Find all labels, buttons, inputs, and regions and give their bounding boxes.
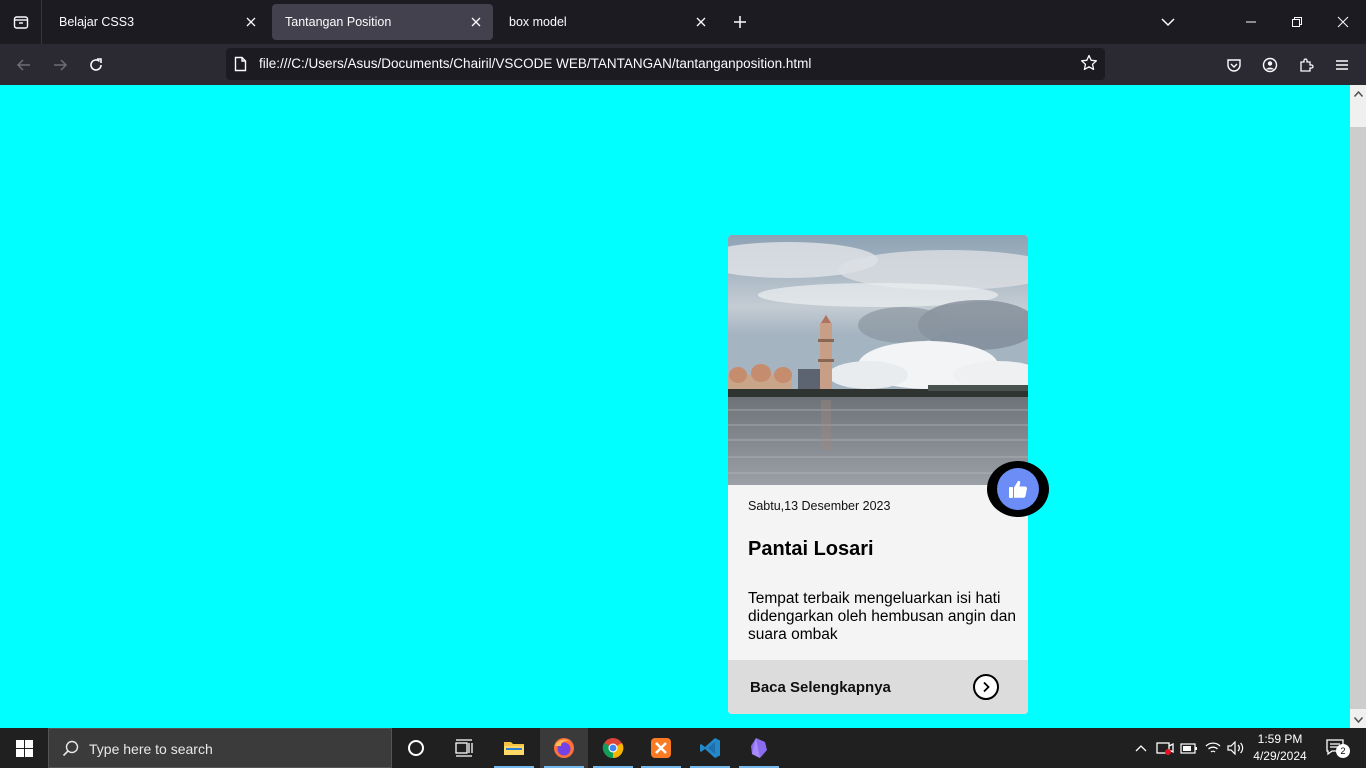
bookmark-star-icon[interactable] xyxy=(1080,54,1098,76)
losari-beach-photo xyxy=(728,235,1028,485)
pocket-icon xyxy=(1227,59,1241,72)
xampp-button[interactable] xyxy=(637,728,685,768)
new-tab-button[interactable] xyxy=(728,10,752,34)
battery-icon[interactable] xyxy=(1179,738,1199,758)
taskbar-clock[interactable]: 1:59 PM 4/29/2024 xyxy=(1246,731,1314,765)
firefox-button[interactable] xyxy=(540,728,588,768)
hamburger-menu-icon xyxy=(1336,60,1348,70)
reload-button[interactable] xyxy=(81,50,111,80)
like-button[interactable] xyxy=(987,461,1049,517)
search-icon xyxy=(62,740,79,761)
obsidian-icon xyxy=(751,738,767,758)
folder-icon xyxy=(504,742,524,755)
chevron-up-icon xyxy=(1135,745,1147,752)
account-icon xyxy=(1262,57,1278,73)
wifi-icon[interactable] xyxy=(1203,738,1223,758)
chevron-down-icon xyxy=(1161,18,1175,27)
close-icon[interactable] xyxy=(467,13,485,31)
clock-time: 1:59 PM xyxy=(1257,732,1303,746)
firefox-view-button[interactable] xyxy=(0,0,42,44)
restore-icon xyxy=(1292,17,1302,27)
restore-button[interactable] xyxy=(1274,0,1320,44)
close-icon xyxy=(1337,16,1349,28)
notification-badge: 2 xyxy=(1336,744,1350,758)
firefox-view-icon xyxy=(13,16,28,29)
back-button[interactable] xyxy=(9,50,39,80)
page-viewport: Sabtu,13 Desember 2023 Pantai Losari Tem… xyxy=(0,85,1350,728)
chrome-icon xyxy=(602,738,624,759)
card-title: Pantai Losari xyxy=(748,538,874,560)
article-card: Sabtu,13 Desember 2023 Pantai Losari Tem… xyxy=(728,235,1049,714)
start-button[interactable] xyxy=(0,728,48,768)
notification-center-button[interactable]: 2 xyxy=(1322,738,1350,758)
close-icon[interactable] xyxy=(242,13,260,31)
search-placeholder: Type here to search xyxy=(89,741,213,757)
reload-icon xyxy=(90,58,102,71)
xampp-icon xyxy=(651,738,671,758)
forward-button[interactable] xyxy=(45,50,75,80)
navigation-toolbar: file:///C:/Users/Asus/Documents/Chairil/… xyxy=(0,44,1366,85)
minimize-icon xyxy=(1246,21,1256,23)
tab-strip: Belajar CSS3 Tantangan Position box mode… xyxy=(0,0,1366,44)
task-view-icon xyxy=(455,739,473,757)
taskbar-search-box[interactable]: Type here to search xyxy=(48,728,392,768)
tab-box-model[interactable]: box model xyxy=(496,4,718,40)
read-more-link[interactable]: Baca Selengkapnya xyxy=(750,679,891,696)
card-description: Tempat terbaik mengeluarkan isi hati did… xyxy=(748,590,1017,643)
tab-belajar-css3[interactable]: Belajar CSS3 xyxy=(46,4,268,40)
vscode-icon xyxy=(700,738,720,758)
scrollbar-thumb[interactable] xyxy=(1350,127,1366,709)
task-view-button[interactable] xyxy=(440,728,488,768)
tab-label: Tantangan Position xyxy=(285,15,392,29)
arrow-right-icon xyxy=(54,59,68,71)
minimize-button[interactable] xyxy=(1228,0,1274,44)
windows-logo-icon xyxy=(15,739,33,757)
thumbs-up-icon xyxy=(1009,480,1027,498)
puzzle-icon xyxy=(1300,58,1314,72)
close-window-button[interactable] xyxy=(1320,0,1366,44)
chevron-right-icon[interactable] xyxy=(973,674,999,700)
tab-label: Belajar CSS3 xyxy=(59,15,135,29)
list-all-tabs-button[interactable] xyxy=(1145,0,1191,44)
clock-date: 4/29/2024 xyxy=(1253,749,1307,763)
like-circle xyxy=(997,468,1039,510)
scroll-down-arrow-icon[interactable] xyxy=(1350,711,1366,728)
windows-taskbar: Type here to search 1:59 PM 4/29/2024 2 xyxy=(0,728,1366,768)
account-button[interactable] xyxy=(1255,50,1285,80)
tab-label: box model xyxy=(509,15,567,29)
show-hidden-icons-button[interactable] xyxy=(1131,738,1151,758)
vscode-button[interactable] xyxy=(686,728,734,768)
extensions-button[interactable] xyxy=(1291,50,1321,80)
card-date: Sabtu,13 Desember 2023 xyxy=(748,499,891,513)
volume-icon[interactable] xyxy=(1226,738,1246,758)
menu-button[interactable] xyxy=(1327,50,1357,80)
obsidian-button[interactable] xyxy=(735,728,783,768)
tab-tantangan-position[interactable]: Tantangan Position xyxy=(272,4,493,40)
chrome-button[interactable] xyxy=(589,728,637,768)
pocket-button[interactable] xyxy=(1219,50,1249,80)
cortana-icon xyxy=(408,740,424,756)
url-text[interactable]: file:///C:/Users/Asus/Documents/Chairil/… xyxy=(259,56,811,71)
address-bar[interactable]: file:///C:/Users/Asus/Documents/Chairil/… xyxy=(226,48,1105,80)
arrow-left-icon xyxy=(16,59,30,71)
close-icon[interactable] xyxy=(692,13,710,31)
cortana-button[interactable] xyxy=(392,728,440,768)
meet-now-icon[interactable] xyxy=(1155,738,1175,758)
file-explorer-button[interactable] xyxy=(490,728,538,768)
page-icon xyxy=(234,56,247,76)
firefox-icon xyxy=(554,738,574,758)
scroll-up-arrow-icon[interactable] xyxy=(1350,85,1366,102)
page-scrollbar[interactable] xyxy=(1350,85,1366,728)
card-footer[interactable]: Baca Selengkapnya xyxy=(728,660,1028,714)
plus-icon xyxy=(734,16,746,28)
